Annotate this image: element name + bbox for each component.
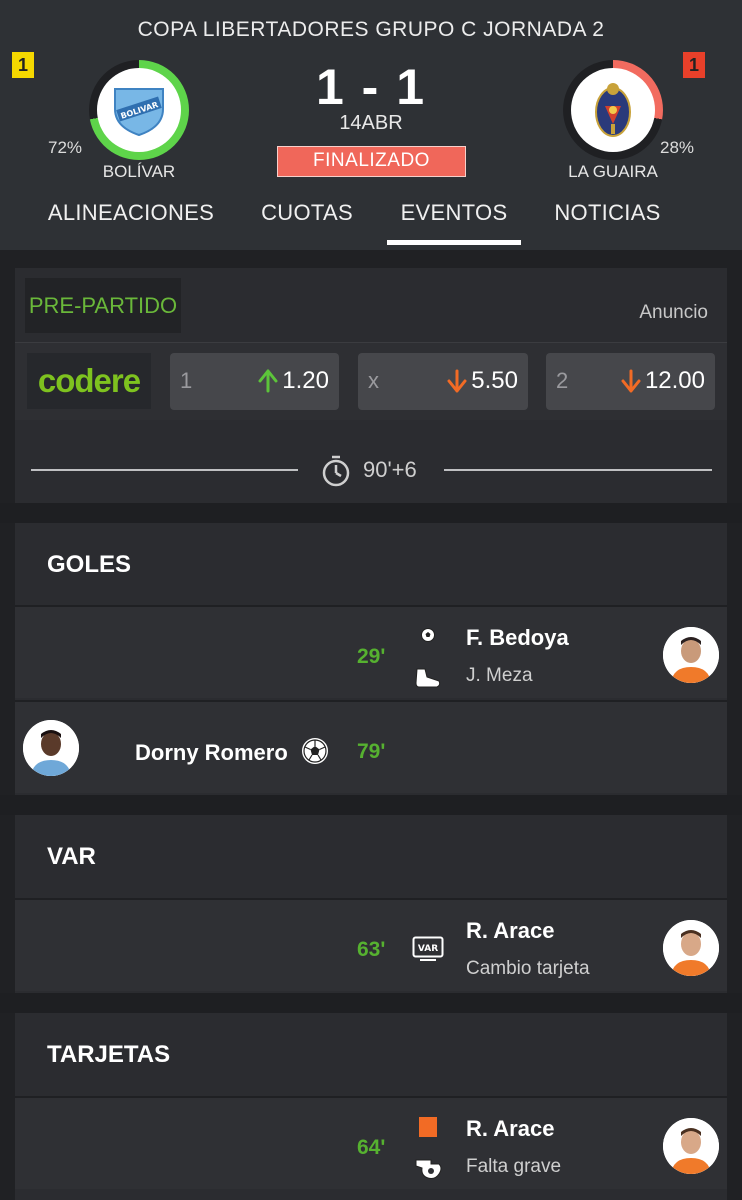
tab-noticias[interactable]: NOTICIAS	[540, 200, 675, 248]
card-event-row[interactable]: 64' R. Arace Falta grave	[15, 1096, 727, 1189]
section-title: GOLES	[47, 551, 132, 578]
player-avatar[interactable]	[663, 920, 719, 976]
event-minute: 64'	[357, 1136, 386, 1159]
tab-cuotas[interactable]: CUOTAS	[248, 200, 366, 248]
player-avatar[interactable]	[663, 1118, 719, 1174]
odd-value: 5.50	[471, 367, 518, 394]
whistle-icon	[415, 1159, 442, 1179]
odd-label: x	[368, 368, 379, 393]
odd-draw-button[interactable]: x 5.50	[358, 353, 528, 410]
la-guaira-crest-icon	[595, 83, 631, 137]
var-event-row[interactable]: 63' VAR R. Arace Cambio tarjeta	[15, 898, 727, 991]
assist-boot-icon	[415, 668, 441, 688]
goal-event-row[interactable]: Dorny Romero 79'	[15, 700, 727, 793]
event-minute: 29'	[357, 645, 386, 668]
section-gap	[0, 503, 742, 523]
odd-label: 2	[556, 368, 569, 393]
odd-away-win-button[interactable]: 2 12.00	[546, 353, 715, 410]
odd-home-win-button[interactable]: 1 1.20	[170, 353, 339, 410]
cards-section-header: TARJETAS	[15, 1013, 727, 1095]
var-screen-icon: VAR	[412, 936, 444, 961]
odd-value: 12.00	[644, 367, 705, 394]
odd-label: 1	[180, 368, 193, 393]
red-card-icon	[419, 1117, 437, 1137]
odd-value: 1.20	[282, 367, 329, 394]
match-header: COPA LIBERTADORES GRUPO C JORNADA 2 1 1 …	[0, 0, 742, 250]
player-photo	[663, 920, 719, 976]
active-tab-indicator	[387, 240, 521, 245]
competition-title: COPA LIBERTADORES GRUPO C JORNADA 2	[137, 18, 605, 41]
event-player: R. Arace	[466, 918, 555, 943]
odd-value-wrap: 12.00	[621, 367, 705, 395]
section-gap	[0, 795, 742, 815]
match-tabs: ALINEACIONES CUOTAS EVENTOS NOTICIAS	[0, 200, 742, 248]
match-status-badge: FINALIZADO	[277, 146, 466, 177]
event-detail: Cambio tarjeta	[466, 958, 590, 979]
home-team-name[interactable]: BOLÍVAR	[59, 162, 219, 182]
svg-text:VAR: VAR	[418, 944, 438, 954]
section-title: VAR	[47, 843, 96, 870]
divider-line-right	[444, 469, 712, 471]
player-photo	[23, 720, 79, 776]
goal-event-row[interactable]: 29' F. Bedoya J. Meza	[15, 605, 727, 698]
odd-value-wrap: 5.50	[447, 367, 518, 395]
away-possession: 28%	[660, 138, 695, 157]
player-avatar[interactable]	[663, 627, 719, 683]
var-section-header: VAR	[15, 815, 727, 897]
event-player: F. Bedoya	[466, 625, 569, 650]
arrow-up-icon	[258, 369, 278, 393]
event-player: Dorny Romero	[135, 740, 288, 765]
arrow-down-icon	[621, 369, 641, 393]
prematch-tab[interactable]: PRE-PARTIDO	[25, 278, 181, 333]
event-detail: Falta grave	[466, 1156, 562, 1177]
event-minute: 63'	[357, 938, 386, 961]
event-assist: J. Meza	[466, 665, 533, 686]
arrow-down-icon	[447, 369, 467, 393]
time-marker: 90'+6	[363, 457, 417, 482]
player-avatar[interactable]	[23, 720, 79, 776]
la-guaira-crest	[571, 68, 655, 152]
goals-section-header: GOLES	[15, 523, 727, 605]
odd-value-wrap: 1.20	[258, 367, 329, 395]
player-photo	[663, 1118, 719, 1174]
divider-line-left	[31, 469, 298, 471]
event-player: R. Arace	[466, 1116, 555, 1141]
time-divider: 90'+6	[31, 447, 712, 495]
goal-ball-icon	[302, 738, 328, 764]
section-title: TARJETAS	[47, 1041, 171, 1068]
ad-label: Anuncio	[639, 302, 708, 323]
player-photo	[663, 627, 719, 683]
bookmaker-logo[interactable]: codere	[27, 353, 151, 409]
home-possession: 72%	[48, 138, 83, 157]
event-minute: 79'	[357, 740, 386, 763]
goal-ball-icon	[421, 628, 435, 642]
section-gap	[0, 993, 742, 1013]
away-possession-ring[interactable]	[563, 60, 663, 160]
tab-alineaciones[interactable]: ALINEACIONES	[38, 200, 224, 248]
clock-icon	[322, 455, 350, 487]
away-team-name[interactable]: LA GUAIRA	[533, 162, 693, 182]
